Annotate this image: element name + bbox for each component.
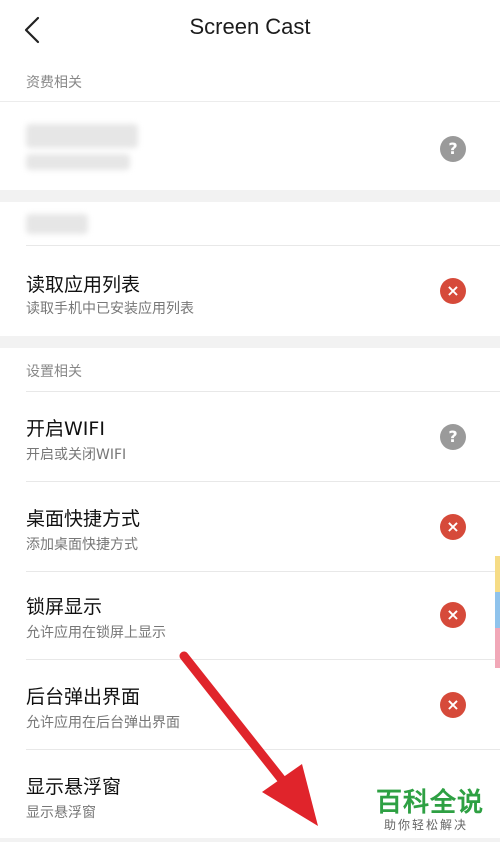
watermark-title: 百科全说	[376, 788, 485, 818]
annotation-arrow	[179, 651, 318, 826]
watermark-subtitle: 助你轻松解决	[384, 818, 469, 832]
